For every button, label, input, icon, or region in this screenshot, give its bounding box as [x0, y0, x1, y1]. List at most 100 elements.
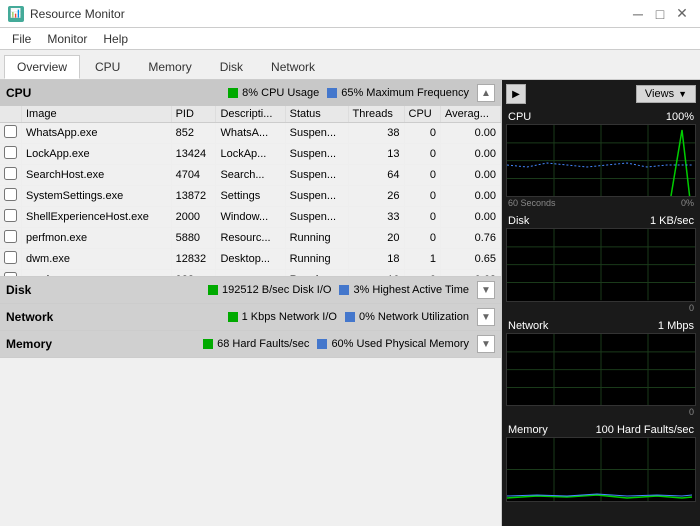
table-row[interactable]: perfmon.exe5880Resourc...Running2000.76 [0, 228, 501, 249]
col-check [0, 106, 22, 123]
table-cell: Suspen... [285, 123, 348, 144]
disk-io-text: 192512 B/sec Disk I/O [222, 284, 331, 296]
disk-active-dot [339, 285, 349, 295]
row-checkbox[interactable] [4, 167, 17, 180]
memory-section-header[interactable]: Memory 68 Hard Faults/sec 60% Used Physi… [0, 331, 501, 357]
table-row[interactable]: SystemSettings.exe13872SettingsSuspen...… [0, 186, 501, 207]
table-cell: 5880 [171, 228, 216, 249]
network-graph [506, 333, 696, 406]
network-section: Network 1 Kbps Network I/O 0% Network Ut… [0, 304, 501, 331]
col-cpu[interactable]: CPU [404, 106, 441, 123]
title-bar: 📊 Resource Monitor ─ □ ✕ [0, 0, 700, 28]
table-row[interactable]: WhatsApp.exe852WhatsA...Suspen...3800.00 [0, 123, 501, 144]
table-cell: WhatsApp.exe [22, 123, 172, 144]
disk-graph-svg [507, 229, 695, 300]
close-button[interactable]: ✕ [672, 4, 692, 24]
table-cell: Suspen... [285, 144, 348, 165]
disk-collapse-btn[interactable]: ▼ [477, 281, 495, 299]
row-checkbox[interactable] [4, 125, 17, 138]
memory-section: Memory 68 Hard Faults/sec 60% Used Physi… [0, 331, 501, 358]
network-collapse-btn[interactable]: ▼ [477, 308, 495, 326]
menu-bar: File Monitor Help [0, 28, 700, 50]
table-cell: 852 [171, 123, 216, 144]
table-cell: SearchHost.exe [22, 165, 172, 186]
cpu-graph-section: CPU 100% 60 Secon [506, 110, 696, 209]
network-graph-svg [507, 334, 695, 405]
table-cell: 0 [404, 207, 441, 228]
table-row[interactable]: dwm.exe12832Desktop...Running1810.65 [0, 249, 501, 270]
views-button[interactable]: Views ▼ [636, 85, 696, 103]
tab-overview[interactable]: Overview [4, 55, 80, 79]
menu-help[interactable]: Help [95, 30, 136, 48]
row-checkbox[interactable] [4, 272, 17, 276]
table-cell: 2000 [171, 207, 216, 228]
disk-active-text: 3% Highest Active Time [353, 284, 469, 296]
col-average[interactable]: Averag... [441, 106, 501, 123]
menu-monitor[interactable]: Monitor [39, 30, 95, 48]
table-row[interactable]: SearchHost.exe4704Search...Suspen...6400… [0, 165, 501, 186]
cpu-freq-dot [327, 88, 337, 98]
disk-io-dot [208, 285, 218, 295]
expand-button[interactable]: ▶ [506, 84, 526, 104]
table-cell: Suspen... [285, 186, 348, 207]
col-pid[interactable]: PID [171, 106, 216, 123]
minimize-button[interactable]: ─ [628, 4, 648, 24]
table-row[interactable]: services.exe928Running1000.63 [0, 270, 501, 277]
memory-used-dot [317, 339, 327, 349]
row-checkbox[interactable] [4, 230, 17, 243]
row-checkbox[interactable] [4, 188, 17, 201]
memory-graph-section: Memory 100 Hard Faults/sec [506, 423, 696, 522]
cpu-collapse-btn[interactable]: ▲ [477, 84, 495, 102]
table-cell: 0.00 [441, 144, 501, 165]
col-image[interactable]: Image [22, 106, 172, 123]
network-graph-section: Network 1 Mbps 0 [506, 319, 696, 418]
app-icon: 📊 [8, 6, 24, 22]
cpu-freq-text: 65% Maximum Frequency [341, 87, 469, 99]
cpu-section-title: CPU [6, 86, 31, 100]
table-cell: 0 [404, 165, 441, 186]
network-io-text: 1 Kbps Network I/O [242, 311, 337, 323]
disk-graph-label: Disk [508, 215, 529, 227]
row-checkbox[interactable] [4, 146, 17, 159]
network-section-title: Network [6, 310, 53, 324]
table-cell: Desktop... [216, 249, 285, 270]
cpu-graph-svg [507, 125, 695, 196]
menu-file[interactable]: File [4, 30, 39, 48]
maximize-button[interactable]: □ [650, 4, 670, 24]
right-panel: ▶ Views ▼ CPU 100% [502, 80, 700, 526]
table-cell: Window... [216, 207, 285, 228]
col-status[interactable]: Status [285, 106, 348, 123]
col-threads[interactable]: Threads [348, 106, 404, 123]
cpu-graph-percent: 100% [666, 111, 694, 123]
cpu-graph [506, 124, 696, 197]
table-cell: Suspen... [285, 207, 348, 228]
table-row[interactable]: ShellExperienceHost.exe2000Window...Susp… [0, 207, 501, 228]
table-cell: 0 [404, 228, 441, 249]
table-cell: 18 [348, 249, 404, 270]
cpu-graph-zero: 0% [681, 198, 694, 208]
memory-used-text: 60% Used Physical Memory [331, 338, 469, 350]
table-cell: 13424 [171, 144, 216, 165]
memory-graph [506, 437, 696, 502]
tab-disk[interactable]: Disk [207, 55, 256, 78]
table-cell: Search... [216, 165, 285, 186]
table-cell: 20 [348, 228, 404, 249]
tab-cpu[interactable]: CPU [82, 55, 133, 78]
tab-network[interactable]: Network [258, 55, 328, 78]
tab-memory[interactable]: Memory [135, 55, 204, 78]
table-row[interactable]: LockApp.exe13424LockAp...Suspen...1300.0… [0, 144, 501, 165]
disk-section-header[interactable]: Disk 192512 B/sec Disk I/O 3% Highest Ac… [0, 277, 501, 303]
row-checkbox[interactable] [4, 209, 17, 222]
table-cell: 0.00 [441, 207, 501, 228]
col-desc[interactable]: Descripti... [216, 106, 285, 123]
network-section-header[interactable]: Network 1 Kbps Network I/O 0% Network Ut… [0, 304, 501, 330]
memory-collapse-btn[interactable]: ▼ [477, 335, 495, 353]
row-checkbox[interactable] [4, 251, 17, 264]
disk-graph-unit: 1 KB/sec [650, 215, 694, 227]
cpu-section-header[interactable]: CPU 8% CPU Usage 65% Maximum Frequency ▲ [0, 80, 501, 106]
network-util-text: 0% Network Utilization [359, 311, 469, 323]
disk-graph-zero: 0 [689, 303, 694, 313]
table-cell: Running [285, 249, 348, 270]
network-graph-zero: 0 [689, 407, 694, 417]
table-cell: 38 [348, 123, 404, 144]
